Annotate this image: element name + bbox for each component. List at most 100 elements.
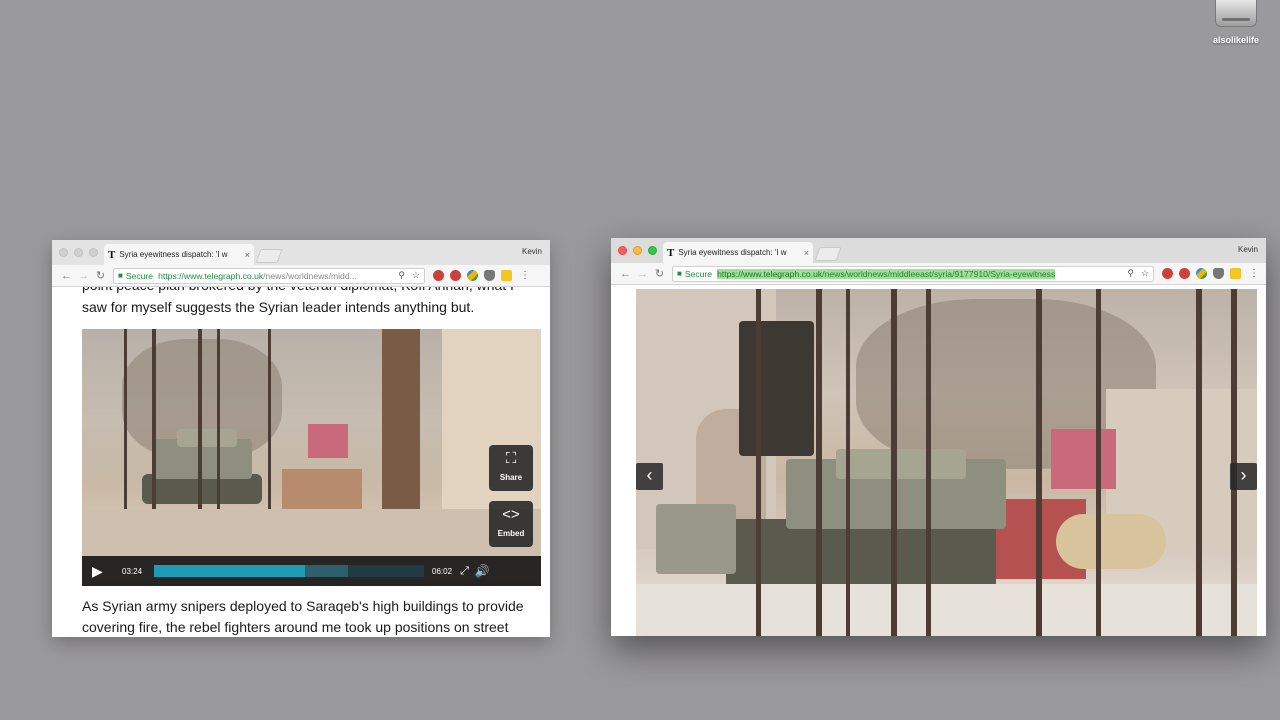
menu-kebab-icon[interactable]: ⋮ (520, 270, 530, 281)
address-bar[interactable]: ■ Secure https://www.telegraph.co.uk /ne… (113, 267, 425, 284)
photo-scene-electric-box (739, 321, 814, 456)
close-window-button[interactable] (59, 248, 68, 257)
tab-bar: T Syria eyewitness dispatch: 'I w × Kevi… (52, 240, 550, 265)
article-content: point peace plan brokered by the veteran… (52, 287, 550, 637)
zoom-window-button[interactable] (648, 246, 657, 255)
url-host: https://www.telegraph.co.uk (158, 270, 264, 281)
close-tab-icon[interactable]: × (245, 250, 250, 260)
bookmark-star-icon[interactable]: ☆ (1141, 268, 1149, 279)
article-photo: ‹ › (636, 289, 1257, 636)
telegraph-favicon-icon: T (667, 246, 675, 259)
url-host: https://www.telegraph.co.uk (717, 268, 823, 279)
extension-red-icon[interactable] (433, 270, 444, 281)
pocket-icon[interactable] (484, 270, 495, 281)
progress-fill (154, 565, 306, 577)
browser-toolbar: ← → ↻ ■ Secure https://www.telegraph.co.… (611, 263, 1266, 285)
secure-label: Secure (125, 270, 154, 281)
browser-toolbar: ← → ↻ ■ Secure https://www.telegraph.co.… (52, 265, 550, 287)
volume-icon[interactable]: 🔊 (475, 564, 490, 578)
photo-scene-tank-turret (836, 449, 966, 479)
minimize-window-button[interactable] (74, 248, 83, 257)
photo-scene-bars (891, 289, 897, 636)
tab-bar: T Syria eyewitness dispatch: 'I w × Kevi… (611, 238, 1266, 263)
profile-name[interactable]: Kevin (1238, 245, 1258, 254)
zoom-icon[interactable]: ⚲ (1127, 268, 1134, 279)
zoom-window-button[interactable] (89, 248, 98, 257)
forward-icon[interactable]: → (634, 268, 651, 280)
extension-yellow-icon[interactable] (1230, 268, 1241, 279)
article-paragraph-cut: point peace plan brokered by the veteran… (82, 287, 532, 296)
photo-scene-bars (1196, 289, 1202, 636)
new-tab-button[interactable] (814, 247, 842, 261)
extension-multicolor-icon[interactable] (1196, 268, 1207, 279)
embed-button[interactable]: <> Embed (489, 501, 533, 547)
extension-yellow-icon[interactable] (501, 270, 512, 281)
new-tab-button[interactable] (255, 249, 283, 263)
video-scene-ground (82, 509, 541, 559)
hard-drive-icon (1215, 0, 1257, 27)
menu-kebab-icon[interactable]: ⋮ (1249, 268, 1259, 279)
gallery-prev-button[interactable]: ‹ (636, 463, 663, 490)
current-time: 03:24 (122, 566, 143, 576)
share-icon: ⛶ (505, 450, 517, 467)
embed-label: Embed (497, 529, 525, 538)
photo-scene-bars (1096, 289, 1101, 636)
share-button[interactable]: ⛶ Share (489, 445, 533, 491)
gallery-next-button[interactable]: › (1230, 463, 1257, 490)
video-scene-tank-turret (177, 429, 237, 447)
share-label: Share (499, 473, 523, 482)
photo-scene-apc (656, 504, 736, 574)
lock-icon: ■ (677, 269, 682, 278)
back-icon[interactable]: ← (617, 268, 634, 280)
extension-icons: ⋮ (433, 270, 530, 281)
zoom-icon[interactable]: ⚲ (398, 270, 405, 281)
tab-active[interactable]: T Syria eyewitness dispatch: 'I w × (104, 244, 254, 265)
video-controls: ▶ 03:24 06:02 ⤢ 🔊 (82, 556, 541, 586)
url-path: /news/worldnews/middleeast/syria/9177910… (822, 268, 1056, 279)
address-bar[interactable]: ■ Secure https://www.telegraph.co.uk /ne… (672, 265, 1154, 282)
extension-multicolor-icon[interactable] (467, 270, 478, 281)
video-progress-bar[interactable] (154, 565, 425, 577)
photo-scene-bars (926, 289, 931, 636)
pocket-icon[interactable] (1213, 268, 1224, 279)
desktop-drive-icon[interactable]: alsolikelife (1204, 0, 1268, 45)
photo-scene-bars (846, 289, 850, 636)
embed-icon: <> (502, 506, 520, 523)
browser-window-right: T Syria eyewitness dispatch: 'I w × Kevi… (611, 238, 1266, 636)
video-player[interactable]: ⛶ Share <> Embed ▶ 03:24 06:02 ⤢ 🔊 (82, 329, 541, 586)
play-icon[interactable]: ▶ (92, 563, 110, 580)
close-tab-icon[interactable]: × (804, 248, 809, 258)
video-scene-pink-sign (308, 424, 348, 458)
photo-scene-bars (756, 289, 761, 636)
bookmark-star-icon[interactable]: ☆ (412, 270, 420, 281)
photo-scene-pink-sign (1051, 429, 1116, 489)
fullscreen-icon[interactable]: ⤢ (460, 565, 469, 578)
extension-red2-icon[interactable] (450, 270, 461, 281)
extension-red2-icon[interactable] (1179, 268, 1190, 279)
window-controls (618, 246, 657, 255)
article-paragraph: saw for myself suggests the Syrian leade… (82, 299, 475, 315)
lock-icon: ■ (118, 271, 123, 280)
telegraph-favicon-icon: T (108, 248, 116, 261)
back-icon[interactable]: ← (58, 270, 75, 282)
desktop-icon-label: alsolikelife (1212, 35, 1260, 45)
profile-name[interactable]: Kevin (522, 247, 542, 256)
reload-icon[interactable]: ↻ (92, 269, 109, 282)
tab-title: Syria eyewitness dispatch: 'I w (678, 248, 787, 257)
forward-icon[interactable]: → (75, 270, 92, 282)
minimize-window-button[interactable] (633, 246, 642, 255)
window-controls (59, 248, 98, 257)
reload-icon[interactable]: ↻ (651, 267, 668, 280)
photo-scene-ground (636, 584, 1257, 636)
tab-active[interactable]: T Syria eyewitness dispatch: 'I w × (663, 242, 813, 263)
duration: 06:02 (432, 566, 453, 576)
url-path: /news/worldnews/midd... (263, 270, 357, 281)
extension-red-icon[interactable] (1162, 268, 1173, 279)
photo-scene-bars (1036, 289, 1042, 636)
close-window-button[interactable] (618, 246, 627, 255)
extension-icons: ⋮ (1162, 268, 1259, 279)
browser-window-left: T Syria eyewitness dispatch: 'I w × Kevi… (52, 240, 550, 637)
photo-scene-tank-tread (726, 519, 996, 589)
photo-scene-tanker (1056, 514, 1166, 569)
secure-label: Secure (684, 268, 713, 279)
